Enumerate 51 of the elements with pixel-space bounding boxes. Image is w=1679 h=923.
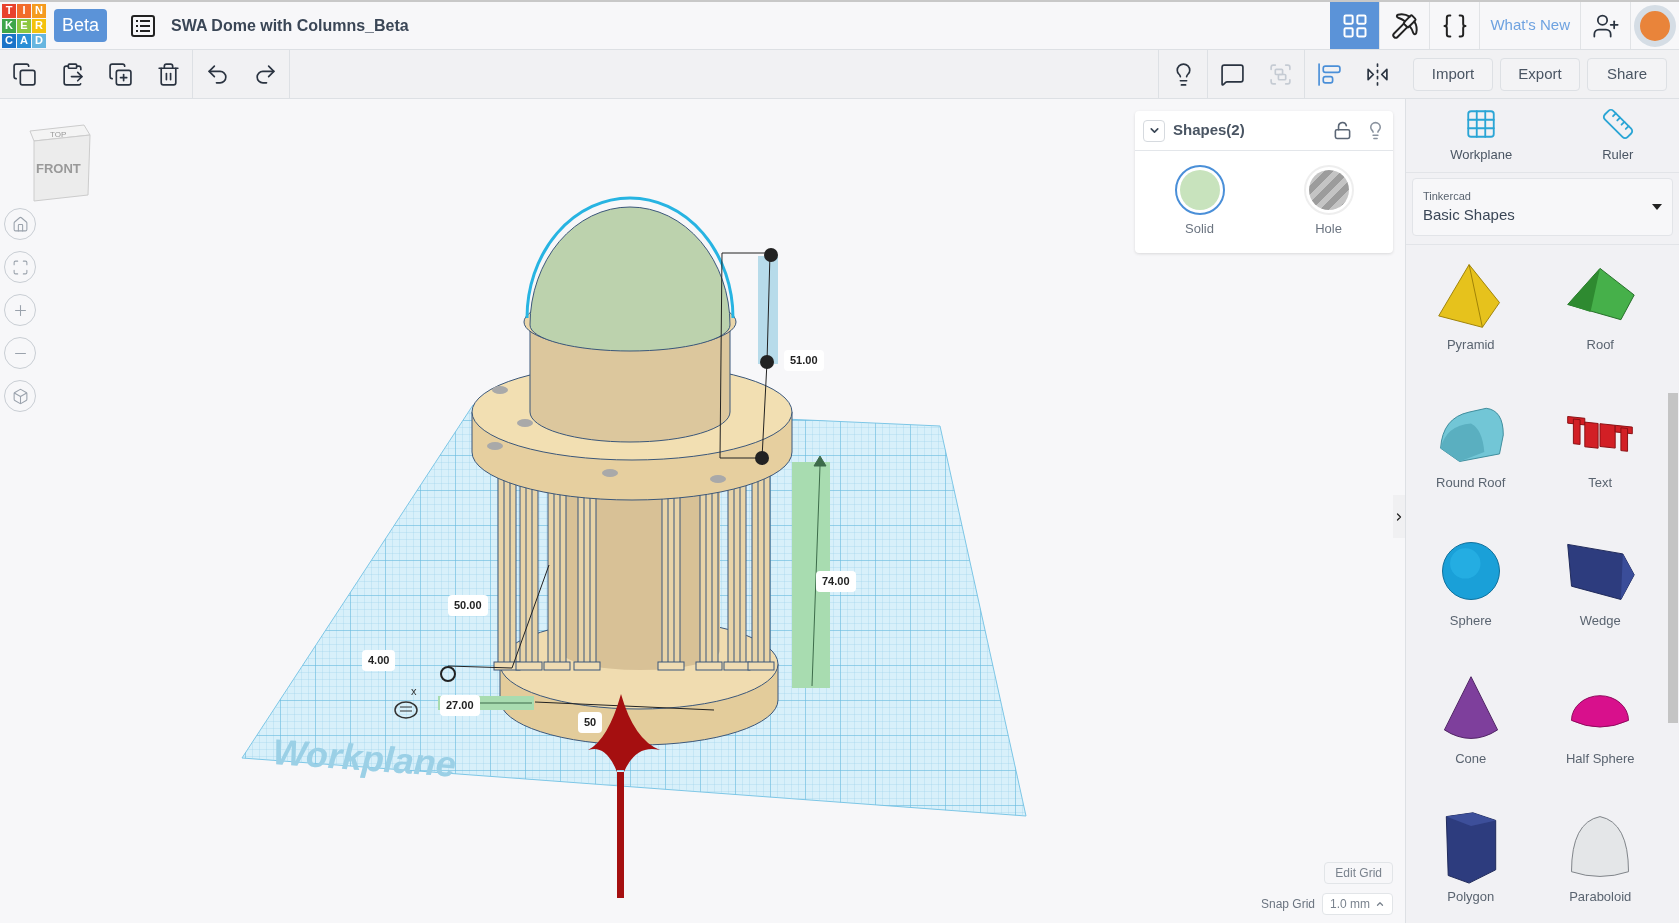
logo-letter: K [2, 18, 16, 33]
logo-letter: C [2, 33, 16, 48]
ruler-tool[interactable]: Ruler [1600, 106, 1635, 165]
striped-circle-icon [394, 701, 418, 719]
axis-marker: x [411, 685, 417, 697]
dimension-label[interactable]: 74.00 [816, 571, 856, 592]
beta-badge: Beta [54, 9, 108, 42]
caret-icon [1652, 204, 1662, 210]
toolbar-button[interactable]: Share [1587, 57, 1667, 91]
snap-grid-select[interactable]: 1.0 mm [1322, 893, 1393, 915]
toolbar-button[interactable]: Import [1413, 57, 1493, 91]
shape-tile[interactable]: Round Roof [1406, 395, 1536, 533]
toolbar-button[interactable]: Export [1500, 57, 1580, 91]
logo-letter: N [32, 3, 46, 18]
dimension-label[interactable]: 51.00 [784, 350, 824, 371]
workplane-tool[interactable]: Workplane [1450, 106, 1513, 165]
shape-tile[interactable]: Paraboloid [1535, 809, 1665, 923]
expand-panel-tab[interactable] [1393, 495, 1405, 538]
logo-letter: T [2, 3, 16, 18]
shape-tile[interactable]: Polygon [1406, 809, 1536, 923]
shape-tile[interactable]: Half Sphere [1535, 671, 1665, 809]
logo-letter: D [32, 33, 46, 48]
logo[interactable]: T I N K E R C A D [2, 3, 46, 48]
origin-ring-icon [440, 666, 456, 682]
logo-letter: E [17, 18, 31, 33]
shape-category-dropdown[interactable]: Tinkercad Basic Shapes [1412, 178, 1673, 236]
scrollbar[interactable] [1668, 393, 1678, 723]
collapse-caret-button[interactable] [1143, 119, 1165, 142]
shape-tile[interactable]: Cone [1406, 671, 1536, 809]
logo-letter: A [17, 33, 31, 48]
shapes-panel-title: Shapes(2) [1173, 120, 1245, 141]
ruler-icon [1600, 106, 1635, 141]
shape-tile[interactable]: Roof [1535, 257, 1665, 395]
workplane-label: Workplane [271, 731, 458, 785]
edit-grid-button[interactable]: Edit Grid [1324, 862, 1393, 884]
category-source: Tinkercad [1423, 188, 1472, 204]
caret-up-icon [1375, 899, 1385, 909]
dimension-label[interactable]: 27.00 [440, 695, 480, 716]
logo-letter: R [32, 18, 46, 33]
dimension-label[interactable]: 50.00 [448, 595, 488, 616]
design-title[interactable]: SWA Dome with Columns_Beta [171, 13, 409, 38]
snap-grid-label: Snap Grid [1260, 896, 1315, 913]
category-name: Basic Shapes [1423, 205, 1515, 225]
shape-tile[interactable]: Pyramid [1406, 257, 1536, 395]
shape-tile[interactable]: Wedge [1535, 533, 1665, 671]
dimension-label[interactable]: 50 [578, 712, 603, 733]
dimension-label[interactable]: 4.00 [362, 650, 396, 671]
shape-tile[interactable]: Text [1535, 395, 1665, 533]
logo-letter: I [17, 3, 31, 18]
unlocked-icon[interactable] [1333, 121, 1352, 140]
shape-tile[interactable]: Sphere [1406, 533, 1536, 671]
